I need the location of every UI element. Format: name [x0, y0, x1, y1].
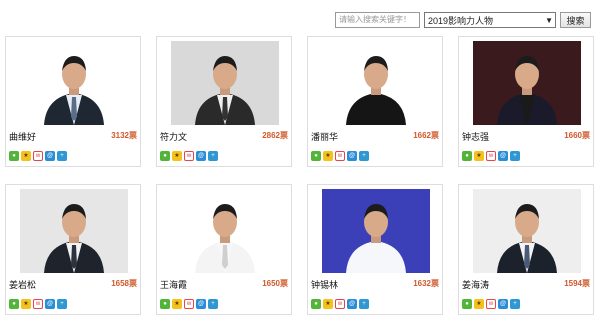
- share-icons: ● ★ w @ +: [462, 299, 520, 309]
- person-photo[interactable]: [171, 41, 279, 125]
- wechat-icon[interactable]: ●: [9, 299, 19, 309]
- share-icons: ● ★ w @ +: [160, 151, 218, 161]
- person-name[interactable]: 姜岩松: [9, 278, 36, 291]
- qzone-icon[interactable]: ★: [172, 299, 182, 309]
- person-card[interactable]: 王海霞 1650票 ● ★ w @ +: [156, 184, 292, 315]
- more-icon[interactable]: +: [208, 151, 218, 161]
- person-name[interactable]: 潘丽华: [311, 130, 338, 143]
- share-icons: ● ★ w @ +: [9, 151, 67, 161]
- person-photo[interactable]: [20, 189, 128, 273]
- more-icon[interactable]: +: [510, 151, 520, 161]
- vote-count: 2862票: [262, 131, 288, 140]
- person-card[interactable]: 姜岩松 1658票 ● ★ w @ +: [5, 184, 141, 315]
- more-icon[interactable]: +: [208, 299, 218, 309]
- tencent-weibo-icon[interactable]: @: [347, 151, 357, 161]
- vote-count: 1594票: [564, 279, 590, 288]
- share-icons: ● ★ w @ +: [462, 151, 520, 161]
- more-icon[interactable]: +: [359, 151, 369, 161]
- person-card[interactable]: 符力文 2862票 ● ★ w @ +: [156, 36, 292, 167]
- vote-count: 1662票: [413, 131, 439, 140]
- tencent-weibo-icon[interactable]: @: [45, 151, 55, 161]
- person-name[interactable]: 王海霞: [160, 278, 187, 291]
- chevron-down-icon: ▼: [545, 15, 553, 25]
- wechat-icon[interactable]: ●: [311, 151, 321, 161]
- vote-count: 1658票: [111, 279, 137, 288]
- person-photo[interactable]: [473, 189, 581, 273]
- more-icon[interactable]: +: [57, 151, 67, 161]
- year-select[interactable]: 2019影响力人物 ▼: [424, 12, 556, 28]
- wechat-icon[interactable]: ●: [311, 299, 321, 309]
- qzone-icon[interactable]: ★: [21, 151, 31, 161]
- weibo-icon[interactable]: w: [335, 151, 345, 161]
- person-photo[interactable]: [20, 41, 128, 125]
- person-name[interactable]: 符力文: [160, 130, 187, 143]
- person-card[interactable]: 潘丽华 1662票 ● ★ w @ +: [307, 36, 443, 167]
- tencent-weibo-icon[interactable]: @: [196, 299, 206, 309]
- weibo-icon[interactable]: w: [184, 151, 194, 161]
- wechat-icon[interactable]: ●: [462, 151, 472, 161]
- more-icon[interactable]: +: [57, 299, 67, 309]
- weibo-icon[interactable]: w: [184, 299, 194, 309]
- vote-count: 3132票: [111, 131, 137, 140]
- wechat-icon[interactable]: ●: [9, 151, 19, 161]
- wechat-icon[interactable]: ●: [160, 151, 170, 161]
- person-photo[interactable]: [473, 41, 581, 125]
- qzone-icon[interactable]: ★: [21, 299, 31, 309]
- person-card[interactable]: 钟志强 1660票 ● ★ w @ +: [458, 36, 594, 167]
- weibo-icon[interactable]: w: [33, 151, 43, 161]
- search-button[interactable]: 搜索: [560, 12, 591, 28]
- people-grid: 曲维好 3132票 ● ★ w @ + 符力文 2862票 ● ★ w @ + 潘丽华 1662票 ● ★ w @ + 钟…: [5, 36, 594, 315]
- person-photo[interactable]: [322, 189, 430, 273]
- wechat-icon[interactable]: ●: [462, 299, 472, 309]
- qzone-icon[interactable]: ★: [172, 151, 182, 161]
- person-name[interactable]: 钟锡林: [311, 278, 338, 291]
- vote-count: 1632票: [413, 279, 439, 288]
- tencent-weibo-icon[interactable]: @: [498, 151, 508, 161]
- share-icons: ● ★ w @ +: [9, 299, 67, 309]
- person-photo[interactable]: [322, 41, 430, 125]
- share-icons: ● ★ w @ +: [311, 299, 369, 309]
- year-select-value: 2019影响力人物: [428, 15, 494, 26]
- search-input[interactable]: 请输入搜索关键字！: [335, 12, 420, 28]
- person-name[interactable]: 钟志强: [462, 130, 489, 143]
- qzone-icon[interactable]: ★: [323, 151, 333, 161]
- person-name[interactable]: 姜海涛: [462, 278, 489, 291]
- qzone-icon[interactable]: ★: [323, 299, 333, 309]
- wechat-icon[interactable]: ●: [160, 299, 170, 309]
- weibo-icon[interactable]: w: [486, 299, 496, 309]
- vote-count: 1660票: [564, 131, 590, 140]
- tencent-weibo-icon[interactable]: @: [196, 151, 206, 161]
- person-card[interactable]: 钟锡林 1632票 ● ★ w @ +: [307, 184, 443, 315]
- tencent-weibo-icon[interactable]: @: [498, 299, 508, 309]
- share-icons: ● ★ w @ +: [160, 299, 218, 309]
- person-name[interactable]: 曲维好: [9, 130, 36, 143]
- person-photo[interactable]: [171, 189, 279, 273]
- qzone-icon[interactable]: ★: [474, 299, 484, 309]
- weibo-icon[interactable]: w: [33, 299, 43, 309]
- more-icon[interactable]: +: [510, 299, 520, 309]
- person-card[interactable]: 曲维好 3132票 ● ★ w @ +: [5, 36, 141, 167]
- tencent-weibo-icon[interactable]: @: [45, 299, 55, 309]
- tencent-weibo-icon[interactable]: @: [347, 299, 357, 309]
- weibo-icon[interactable]: w: [486, 151, 496, 161]
- weibo-icon[interactable]: w: [335, 299, 345, 309]
- more-icon[interactable]: +: [359, 299, 369, 309]
- search-bar: 请输入搜索关键字！ 2019影响力人物 ▼ 搜索: [335, 12, 591, 28]
- vote-count: 1650票: [262, 279, 288, 288]
- share-icons: ● ★ w @ +: [311, 151, 369, 161]
- qzone-icon[interactable]: ★: [474, 151, 484, 161]
- person-card[interactable]: 姜海涛 1594票 ● ★ w @ +: [458, 184, 594, 315]
